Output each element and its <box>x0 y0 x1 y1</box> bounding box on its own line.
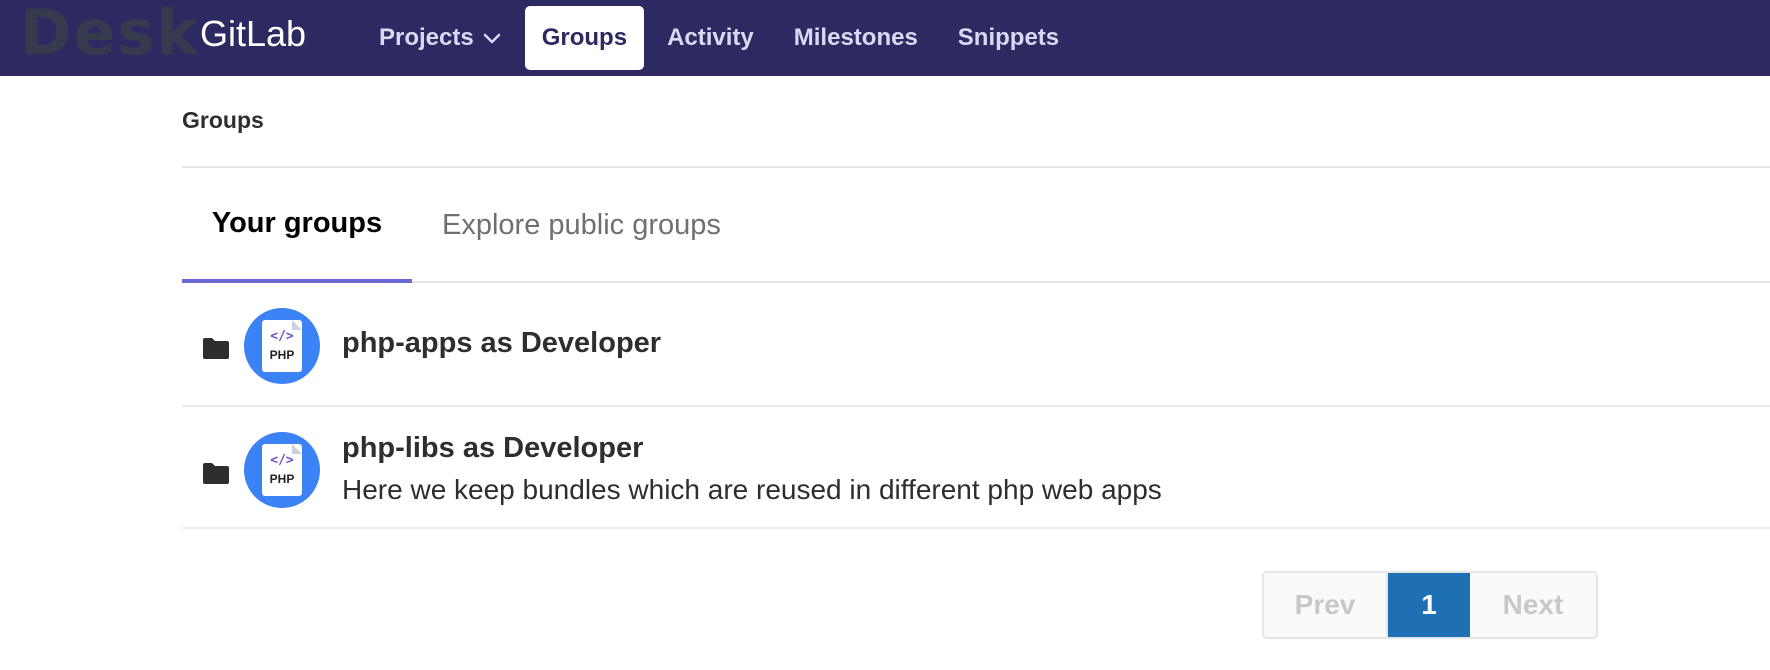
nav-activity[interactable]: Activity <box>650 6 771 70</box>
group-name-link[interactable]: php-apps as Developer <box>342 327 661 360</box>
nav-milestones[interactable]: Milestones <box>777 6 935 70</box>
group-avatar[interactable]: </> PHP <box>244 432 320 508</box>
nav-snippets[interactable]: Snippets <box>941 6 1076 70</box>
php-file-icon: </> PHP <box>262 320 302 372</box>
top-navbar: Desk GitLab Projects Groups Activity Mil… <box>0 0 1770 76</box>
group-description: Here we keep bundles which are reused in… <box>342 474 1162 505</box>
group-avatar[interactable]: </> PHP <box>244 308 320 384</box>
nav-projects[interactable]: Projects <box>362 6 519 70</box>
group-row: </> PHP php-apps as Developer <box>182 283 1770 407</box>
php-file-icon: </> PHP <box>262 444 302 496</box>
folder-icon[interactable] <box>202 336 230 360</box>
group-tabs: Your groups Explore public groups <box>182 168 1770 283</box>
page-1-button[interactable]: 1 <box>1388 573 1470 637</box>
nav-projects-label: Projects <box>379 24 474 51</box>
group-name-link[interactable]: php-libs as Developer <box>342 432 643 465</box>
group-row: </> PHP php-libs as Developer Here we ke… <box>182 407 1770 529</box>
main-nav: Projects Groups Activity Milestones Snip… <box>362 0 1082 76</box>
next-page-button[interactable]: Next <box>1470 573 1596 637</box>
tab-your-groups[interactable]: Your groups <box>182 168 412 283</box>
prev-page-button[interactable]: Prev <box>1264 573 1388 637</box>
folder-icon[interactable] <box>202 461 230 485</box>
tab-explore-public-groups[interactable]: Explore public groups <box>442 168 721 283</box>
nav-groups[interactable]: Groups <box>524 6 645 70</box>
gitlab-logo-link[interactable]: GitLab <box>200 13 306 55</box>
page-title: Groups <box>182 107 264 133</box>
desk-watermark: Desk <box>20 0 200 69</box>
chevron-down-icon <box>482 28 502 48</box>
pagination: Prev 1 Next <box>1262 571 1598 639</box>
